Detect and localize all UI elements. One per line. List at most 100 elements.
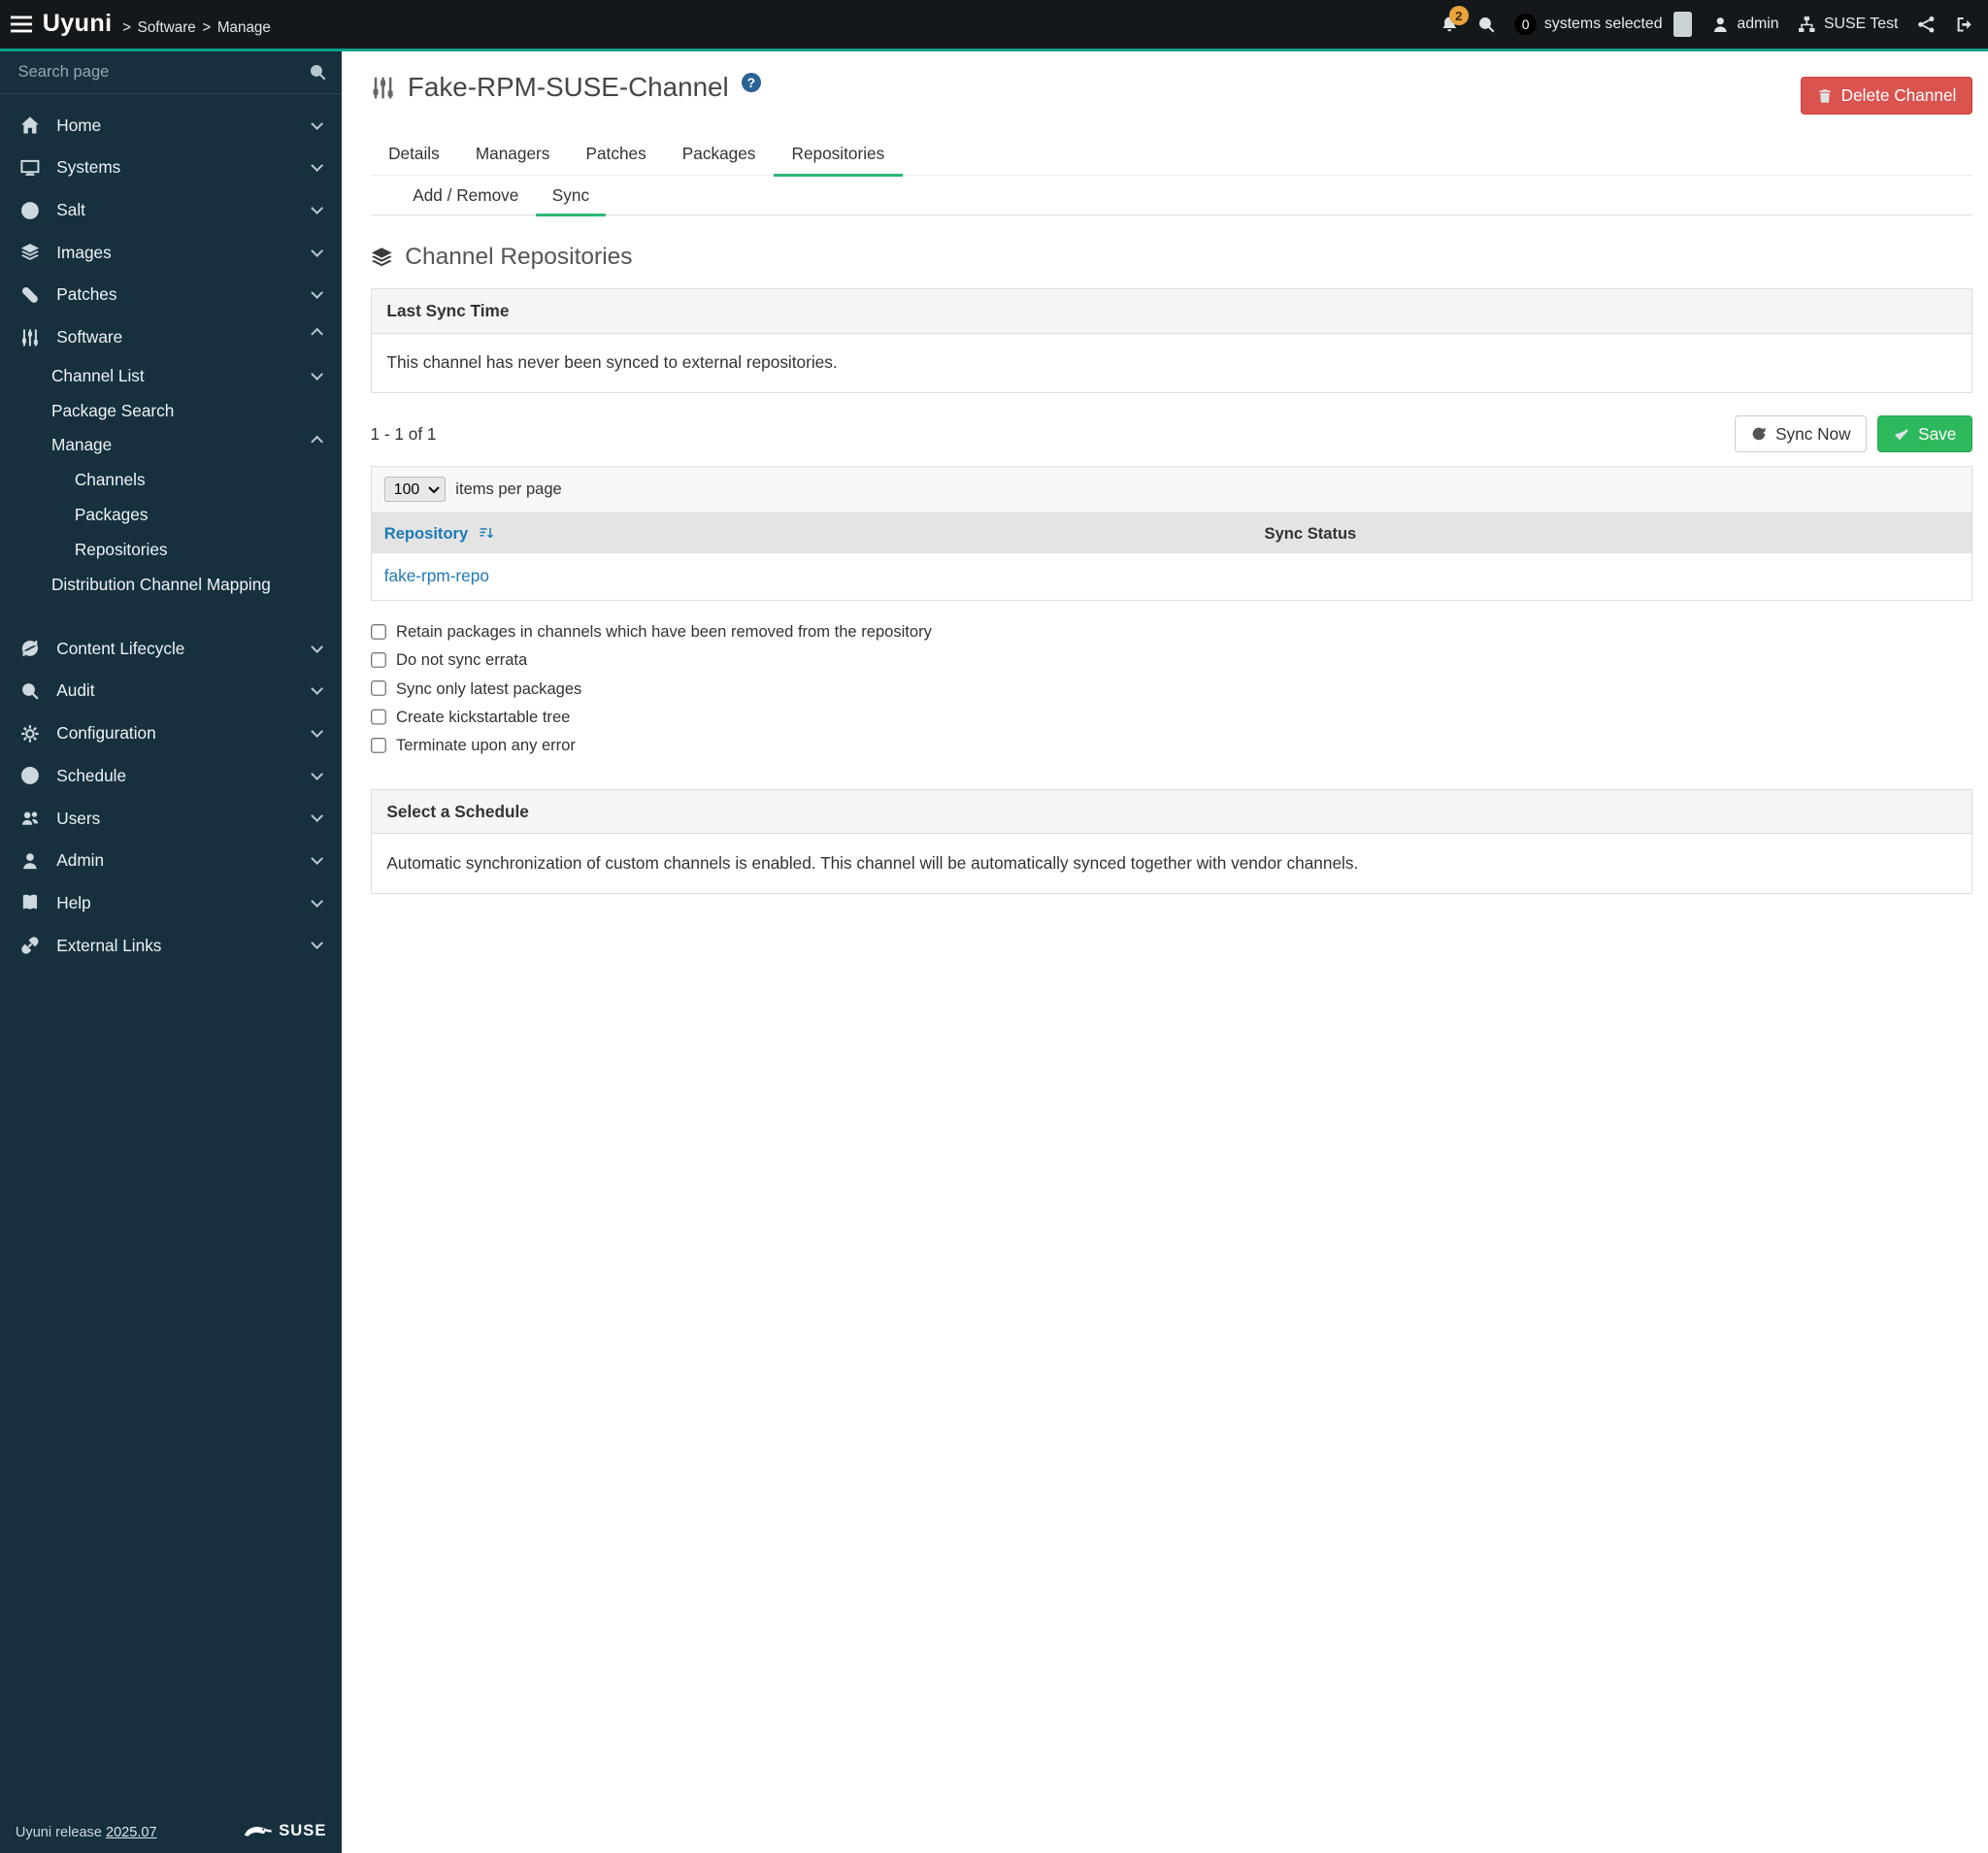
sidebar-item-systems[interactable]: Systems xyxy=(0,147,342,189)
tab-managers[interactable]: Managers xyxy=(457,134,568,177)
salt-icon xyxy=(20,201,43,220)
option-terminate-upon-any-error: Terminate upon any error xyxy=(370,736,1973,755)
checkbox-retain-packages-in-channels-which-have-b[interactable] xyxy=(370,623,387,641)
notification-badge: 2 xyxy=(1448,6,1469,26)
sidebar-item-configuration[interactable]: Configuration xyxy=(0,712,342,755)
sidebar-item-label: External Links xyxy=(56,935,162,955)
sidebar-item-manage[interactable]: Manage xyxy=(0,428,342,463)
tab-packages[interactable]: Packages xyxy=(664,134,774,177)
content-lifecycle-icon xyxy=(20,639,43,658)
tab-repositories[interactable]: Repositories xyxy=(773,134,903,177)
sidebar-item-salt[interactable]: Salt xyxy=(0,189,342,232)
trash-icon xyxy=(1817,88,1833,104)
sidebar-item-label: Package Search xyxy=(50,400,175,420)
sync-now-label: Sync Now xyxy=(1775,423,1851,444)
sidebar-item-label: Schedule xyxy=(56,765,127,785)
sidebar-item-home[interactable]: Home xyxy=(0,104,342,147)
share-nodes-icon[interactable] xyxy=(1917,16,1936,34)
breadcrumb-software[interactable]: Software xyxy=(138,19,196,36)
search-input[interactable] xyxy=(15,61,309,83)
schedule-panel: Select a Schedule Automatic synchronizat… xyxy=(370,788,1973,895)
sidebar-item-packages[interactable]: Packages xyxy=(0,498,342,533)
clear-selection-button[interactable] xyxy=(1673,11,1693,38)
repository-link[interactable]: fake-rpm-repo xyxy=(384,566,489,585)
sidebar-item-repositories[interactable]: Repositories xyxy=(0,532,342,567)
check-icon xyxy=(1894,426,1909,442)
sidebar-item-label: Home xyxy=(56,115,102,135)
main-content: Fake-RPM-SUSE-Channel ? Delete Channel D… xyxy=(342,50,1988,1853)
pagination-range: 1 - 1 of 1 xyxy=(370,423,437,444)
channel-tabs: Details Managers Patches Packages Repositori… xyxy=(370,134,1973,177)
brand-logo[interactable]: Uyuni xyxy=(43,10,113,38)
subtab-add-remove[interactable]: Add / Remove xyxy=(396,176,536,215)
sidebar-item-users[interactable]: Users xyxy=(0,797,342,840)
layers-icon xyxy=(371,247,393,269)
delete-channel-button[interactable]: Delete Channel xyxy=(1800,77,1973,115)
release-version-link[interactable]: 2025.07 xyxy=(106,1825,157,1840)
user-menu[interactable]: admin xyxy=(1711,16,1779,34)
topbar: Uyuni > Software > Manage 2 0 systems se… xyxy=(0,0,1988,51)
breadcrumb-manage[interactable]: Manage xyxy=(217,19,271,36)
sidebar-item-admin[interactable]: Admin xyxy=(0,840,342,882)
column-repository-label: Repository xyxy=(383,523,469,543)
checkbox-terminate-upon-any-error[interactable] xyxy=(370,737,387,754)
sidebar-item-distribution-channel-mapping[interactable]: Distribution Channel Mapping xyxy=(0,567,342,602)
sidebar-item-label: Configuration xyxy=(56,723,156,744)
repositories-subtabs: Add / Remove Sync xyxy=(370,176,1973,216)
chevron-down-icon xyxy=(311,682,324,696)
save-button[interactable]: Save xyxy=(1877,414,1973,453)
admin-icon xyxy=(20,851,43,871)
chevron-down-icon xyxy=(311,367,324,381)
org-name: SUSE Test xyxy=(1823,15,1899,32)
column-repository[interactable]: Repository xyxy=(371,513,1252,554)
chevron-down-icon xyxy=(311,116,324,130)
table-row: fake-rpm-repo xyxy=(371,553,1972,600)
list-toolbar: 1 - 1 of 1 Sync Now Save xyxy=(370,414,1973,453)
search-icon[interactable] xyxy=(1477,16,1496,34)
sign-out-icon[interactable] xyxy=(1955,16,1973,34)
sidebar-item-label: Salt xyxy=(56,200,85,220)
checkbox-do-not-sync-errata[interactable] xyxy=(370,651,387,670)
sidebar-item-channels[interactable]: Channels xyxy=(0,463,342,498)
help-book-icon xyxy=(20,893,43,912)
notifications-button[interactable]: 2 xyxy=(1441,6,1469,34)
gecko-icon xyxy=(243,1823,274,1838)
sidebar-search xyxy=(0,51,343,94)
checkbox-create-kickstartable-tree[interactable] xyxy=(370,709,387,726)
option-label: Create kickstartable tree xyxy=(396,707,571,726)
search-icon[interactable] xyxy=(309,63,327,82)
schedule-icon xyxy=(20,766,43,785)
org-menu[interactable]: SUSE Test xyxy=(1798,16,1898,34)
sidebar-item-images[interactable]: Images xyxy=(0,231,342,274)
tab-details[interactable]: Details xyxy=(371,134,458,177)
checkbox-sync-only-latest-packages[interactable] xyxy=(370,680,387,698)
sidebar-item-audit[interactable]: Audit xyxy=(0,670,342,712)
sidebar-item-content-lifecycle[interactable]: Content Lifecycle xyxy=(0,627,342,670)
sort-icon xyxy=(479,525,494,541)
sync-now-button[interactable]: Sync Now xyxy=(1735,414,1868,453)
option-label: Do not sync errata xyxy=(396,650,528,670)
page-title: Fake-RPM-SUSE-Channel ? xyxy=(371,72,761,103)
menu-icon[interactable] xyxy=(10,15,34,34)
systems-icon xyxy=(20,158,43,178)
sidebar-item-external-links[interactable]: External Links xyxy=(0,924,342,967)
sidebar-item-label: Help xyxy=(56,892,91,912)
sidebar-item-label: Systems xyxy=(56,157,121,178)
sidebar-item-software[interactable]: Software xyxy=(0,316,342,359)
last-sync-panel: Last Sync Time This channel has never be… xyxy=(370,287,1973,394)
sidebar-item-channel-list[interactable]: Channel List xyxy=(0,359,342,394)
username: admin xyxy=(1737,15,1779,32)
refresh-icon xyxy=(1751,426,1767,442)
sidebar-item-package-search[interactable]: Package Search xyxy=(0,393,342,428)
chevron-down-icon xyxy=(311,244,324,257)
tab-patches[interactable]: Patches xyxy=(568,134,664,177)
breadcrumb-separator: > xyxy=(122,18,132,36)
help-icon[interactable]: ? xyxy=(741,73,761,93)
systems-selected: 0 systems selected xyxy=(1514,11,1693,38)
sidebar-item-help[interactable]: Help xyxy=(0,882,342,925)
items-per-page-select[interactable]: 100 xyxy=(383,477,446,503)
sidebar-item-schedule[interactable]: Schedule xyxy=(0,754,342,797)
subtab-sync[interactable]: Sync xyxy=(535,176,607,216)
topbar-actions: 2 0 systems selected admin SUSE Test xyxy=(1441,6,1973,38)
sidebar-item-patches[interactable]: Patches xyxy=(0,274,342,316)
